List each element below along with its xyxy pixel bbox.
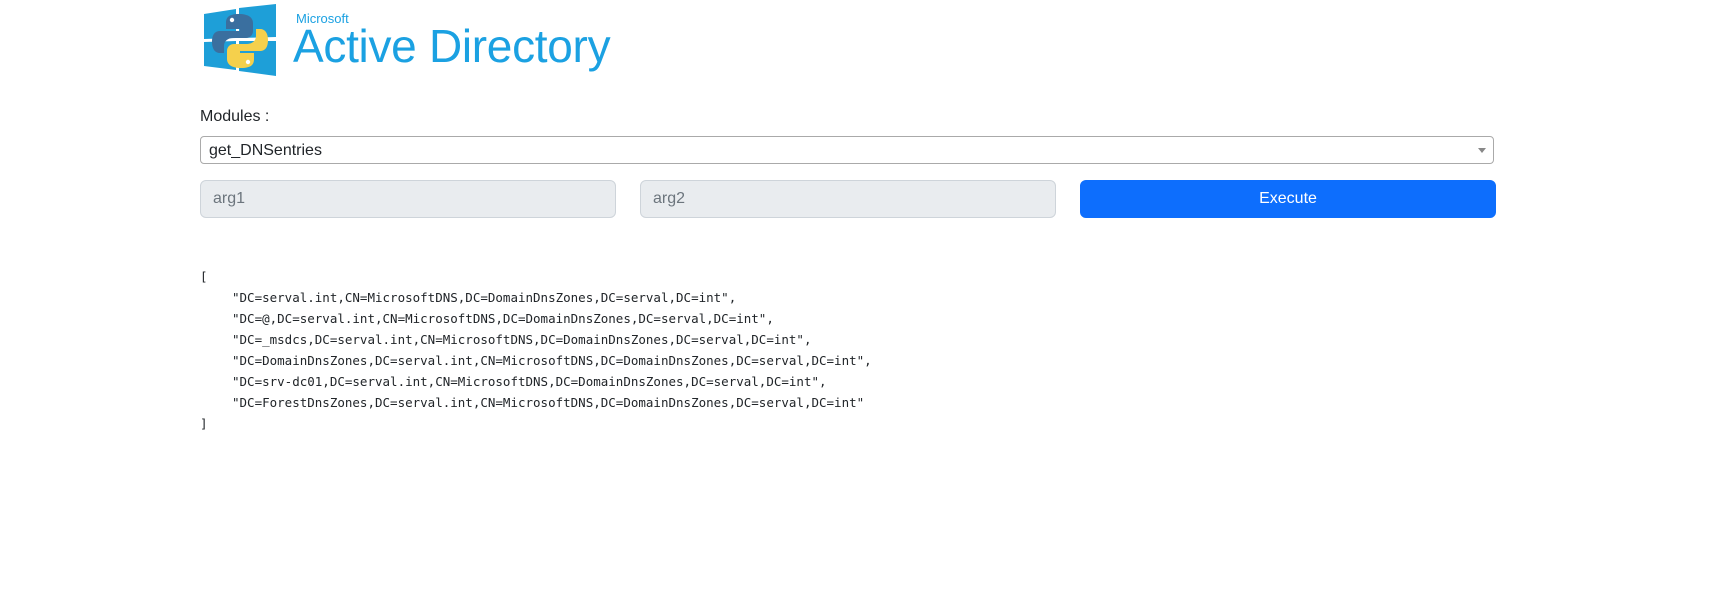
output-line: "DC=_msdcs,DC=serval.int,CN=MicrosoftDNS…	[232, 332, 812, 347]
python-windows-logo-icon	[204, 4, 276, 76]
output-close-bracket: ]	[200, 416, 208, 431]
execute-button[interactable]: Execute	[1080, 180, 1496, 218]
output-line: "DC=DomainDnsZones,DC=serval.int,CN=Micr…	[232, 353, 872, 368]
module-select-value: get_DNSentries	[209, 142, 322, 159]
output-open-bracket: [	[200, 269, 208, 284]
output-line: "DC=@,DC=serval.int,CN=MicrosoftDNS,DC=D…	[232, 311, 774, 326]
output-line: "DC=srv-dc01,DC=serval.int,CN=MicrosoftD…	[232, 374, 827, 389]
output-line: "DC=ForestDnsZones,DC=serval.int,CN=Micr…	[232, 395, 865, 410]
brand-title: Active Directory	[293, 20, 611, 72]
output-json: [ "DC=serval.int,CN=MicrosoftDNS,DC=Domai…	[200, 266, 872, 434]
output-line: "DC=serval.int,CN=MicrosoftDNS,DC=Domain…	[232, 290, 737, 305]
arg1-input[interactable]	[200, 180, 616, 218]
module-select[interactable]: get_DNSentries	[200, 136, 1494, 164]
chevron-down-icon[interactable]	[1478, 148, 1486, 153]
brand-header: Microsoft Active Directory	[200, 2, 640, 78]
arg2-input[interactable]	[640, 180, 1056, 218]
modules-label: Modules :	[200, 108, 270, 125]
